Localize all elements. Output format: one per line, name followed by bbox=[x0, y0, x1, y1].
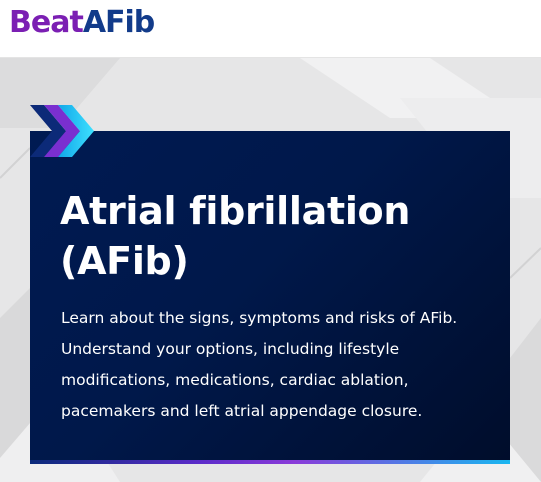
beatafib-logo[interactable]: BeatAFib bbox=[9, 5, 155, 41]
logo-afib-text: AFib bbox=[82, 5, 155, 40]
afib-info-card: Atrial fibrillation (AFib) Learn about t… bbox=[30, 131, 510, 464]
triple-chevron-right-icon bbox=[30, 105, 94, 157]
card-gradient-accent-bar bbox=[30, 460, 510, 464]
site-header: BeatAFib bbox=[0, 0, 541, 58]
hero-section: Atrial fibrillation (AFib) Learn about t… bbox=[0, 58, 541, 482]
hero-description: Learn about the signs, symptoms and risk… bbox=[61, 309, 458, 420]
logo-beat-text: Beat bbox=[9, 5, 84, 40]
hero-title: Atrial fibrillation (AFib) bbox=[60, 189, 411, 283]
